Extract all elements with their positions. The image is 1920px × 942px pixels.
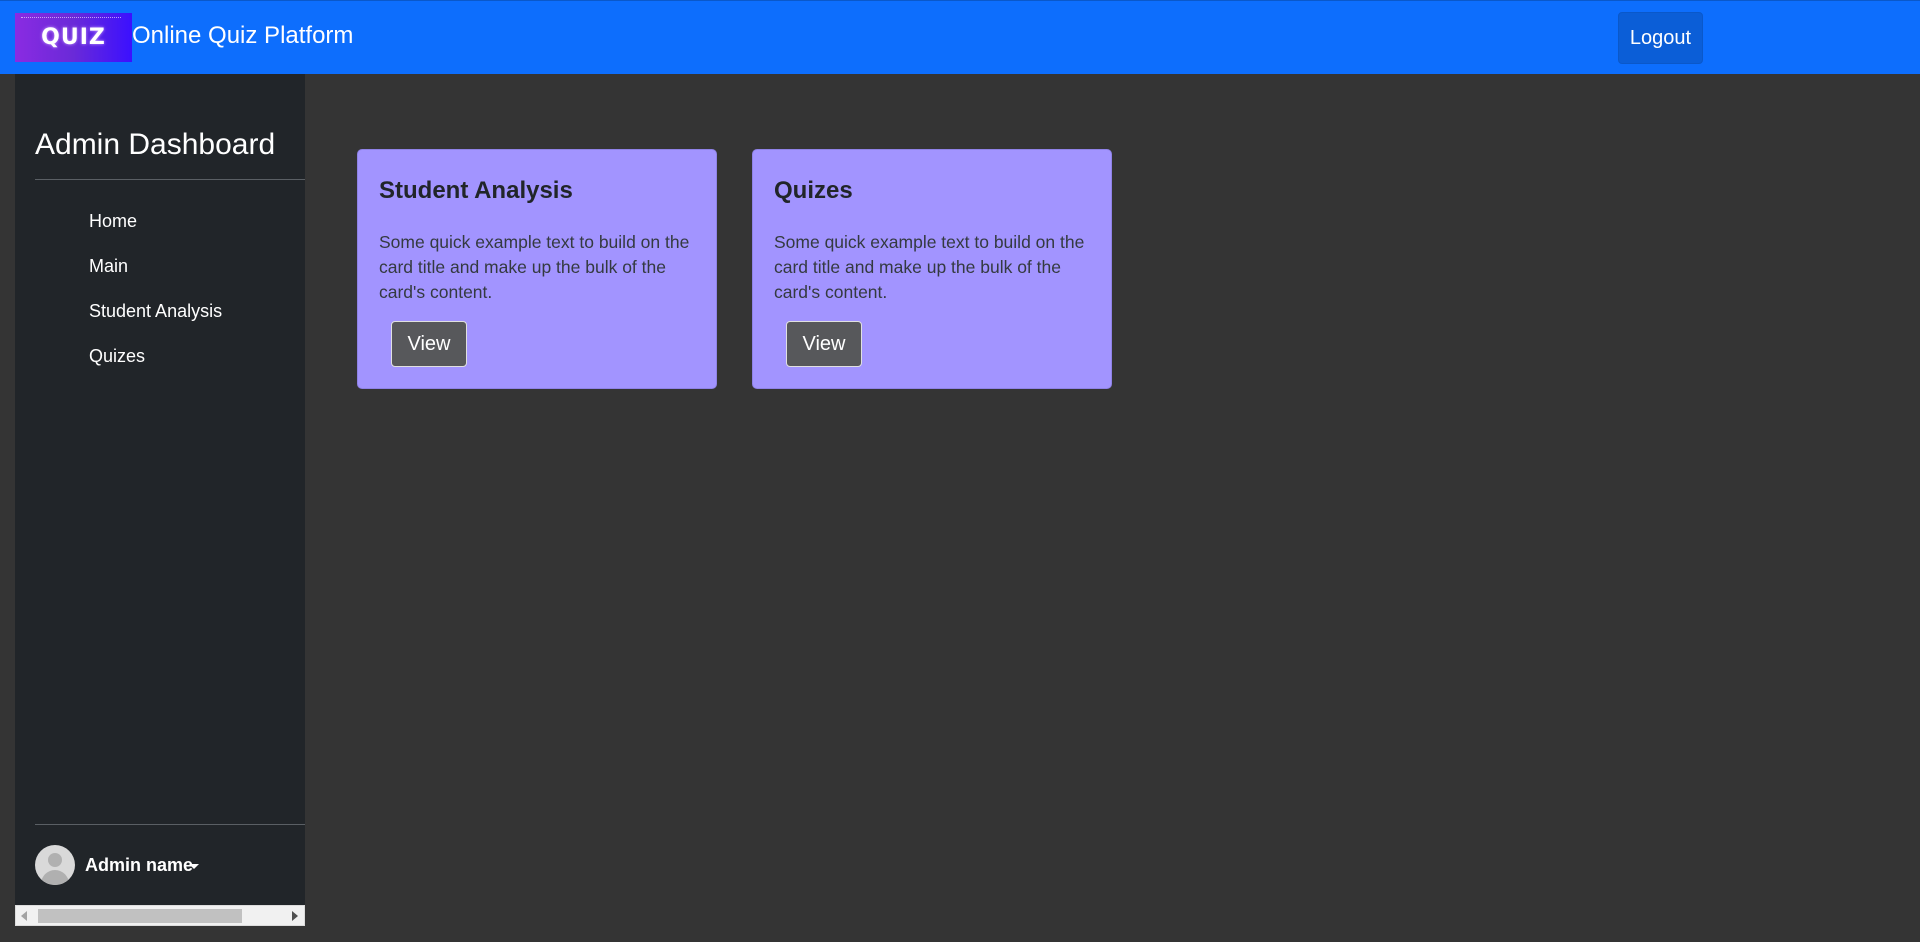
view-quizes-button[interactable]: View	[786, 321, 862, 367]
scroll-right-arrow-icon[interactable]	[292, 911, 298, 921]
chevron-down-icon[interactable]	[189, 864, 199, 869]
sidebar-title: Admin Dashboard	[35, 128, 276, 161]
top-navbar: QUIZ Online Quiz Platform Logout	[0, 0, 1920, 74]
card-title: Student Analysis	[379, 177, 573, 204]
avatar-head	[48, 853, 62, 867]
sidebar-horizontal-scrollbar[interactable]	[15, 905, 305, 926]
sidebar-item-home[interactable]: Home	[89, 211, 137, 232]
sidebar-item-student-analysis[interactable]: Student Analysis	[89, 301, 222, 322]
scrollbar-thumb[interactable]	[38, 909, 242, 923]
admin-name-dropdown[interactable]: Admin name	[85, 855, 193, 876]
quiz-logo[interactable]: QUIZ	[15, 13, 132, 62]
sidebar-item-quizes[interactable]: Quizes	[89, 346, 145, 367]
sidebar-divider-top	[35, 179, 305, 180]
sidebar: Admin Dashboard Home Main Student Analys…	[15, 74, 305, 905]
sidebar-item-main[interactable]: Main	[89, 256, 128, 277]
scroll-left-arrow-icon[interactable]	[21, 911, 27, 921]
brand-title[interactable]: Online Quiz Platform	[132, 22, 353, 50]
card-student-analysis: Student Analysis Some quick example text…	[357, 149, 717, 389]
card-quizes: Quizes Some quick example text to build …	[752, 149, 1112, 389]
logout-button[interactable]: Logout	[1618, 12, 1703, 64]
card-title: Quizes	[774, 177, 853, 204]
view-student-analysis-button[interactable]: View	[391, 321, 467, 367]
card-text: Some quick example text to build on the …	[774, 232, 1085, 302]
avatar[interactable]	[35, 845, 75, 885]
logo-text: QUIZ	[41, 25, 106, 50]
card-text: Some quick example text to build on the …	[379, 232, 690, 302]
logo-decoration	[21, 17, 121, 27]
avatar-body	[41, 870, 69, 885]
sidebar-divider-bottom	[35, 824, 305, 825]
